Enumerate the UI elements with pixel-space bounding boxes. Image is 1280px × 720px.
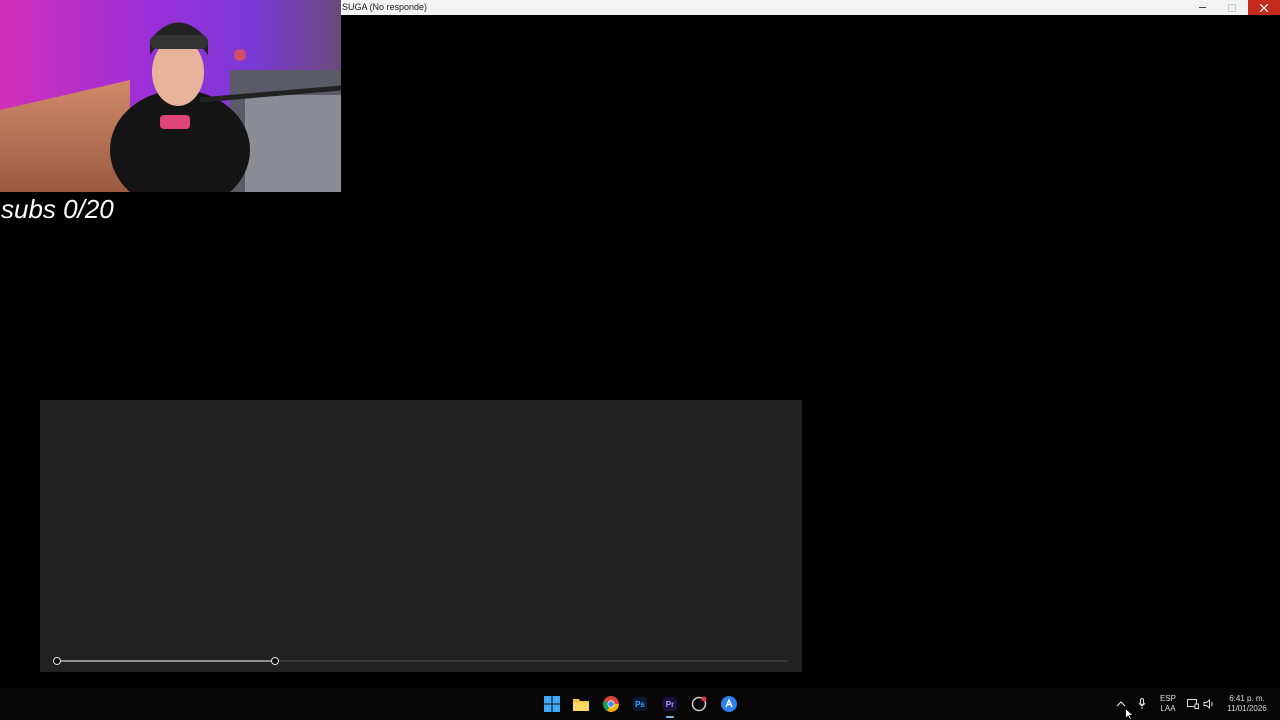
premiere-icon: Pr	[663, 697, 677, 711]
microphone-icon	[1138, 698, 1146, 709]
file-explorer-icon	[573, 699, 589, 711]
mouse-cursor-icon	[1125, 708, 1135, 720]
windows-start-button[interactable]	[542, 694, 562, 714]
photoshop-icon: Ps	[633, 697, 647, 711]
video-panel	[40, 400, 802, 672]
subs-counter: subs 0/20	[1, 194, 114, 224]
minimize-icon	[1198, 7, 1206, 8]
window-titlebar[interactable]: SUGA (No responde)	[341, 0, 1280, 15]
language-code: ESP	[1159, 694, 1176, 703]
photoshop-button[interactable]: Ps	[630, 694, 650, 714]
webcam-image	[0, 0, 341, 192]
volume-button[interactable]	[1203, 698, 1215, 712]
chevron-up-icon	[1116, 701, 1126, 707]
chrome-icon	[603, 696, 619, 712]
recording-app-icon	[691, 696, 707, 712]
close-button[interactable]	[1248, 0, 1280, 15]
timeline-selected-range	[57, 660, 275, 662]
windows-start-icon	[544, 696, 560, 712]
chrome-button[interactable]	[601, 694, 621, 714]
speaker-icon	[1203, 698, 1213, 710]
premiere-button[interactable]: Pr	[660, 694, 680, 718]
maximize-button[interactable]	[1217, 0, 1247, 15]
recording-app-button[interactable]	[689, 694, 709, 714]
language-indicator[interactable]: ESP LAA	[1158, 694, 1178, 714]
webcam-overlay	[0, 0, 341, 192]
app-button[interactable]	[719, 694, 739, 714]
network-button[interactable]	[1187, 699, 1199, 712]
minimize-button[interactable]	[1187, 0, 1217, 15]
network-icon	[1187, 699, 1199, 709]
timeline-start-handle[interactable]	[53, 657, 61, 665]
clock-time: 6:41 p. m.	[1229, 694, 1265, 703]
file-explorer-button[interactable]	[571, 694, 591, 714]
close-icon	[1260, 3, 1268, 12]
microphone-button[interactable]	[1138, 698, 1146, 713]
clock-date: 11/01/2026	[1227, 704, 1267, 713]
clock[interactable]: 6:41 p. m. 11/01/2026	[1222, 694, 1272, 714]
app-icon	[721, 696, 737, 712]
keyboard-layout: LAA	[1160, 704, 1176, 713]
window-title: SUGA (No responde)	[342, 2, 428, 12]
maximize-icon	[1228, 3, 1236, 12]
timeline-end-handle[interactable]	[271, 657, 279, 665]
